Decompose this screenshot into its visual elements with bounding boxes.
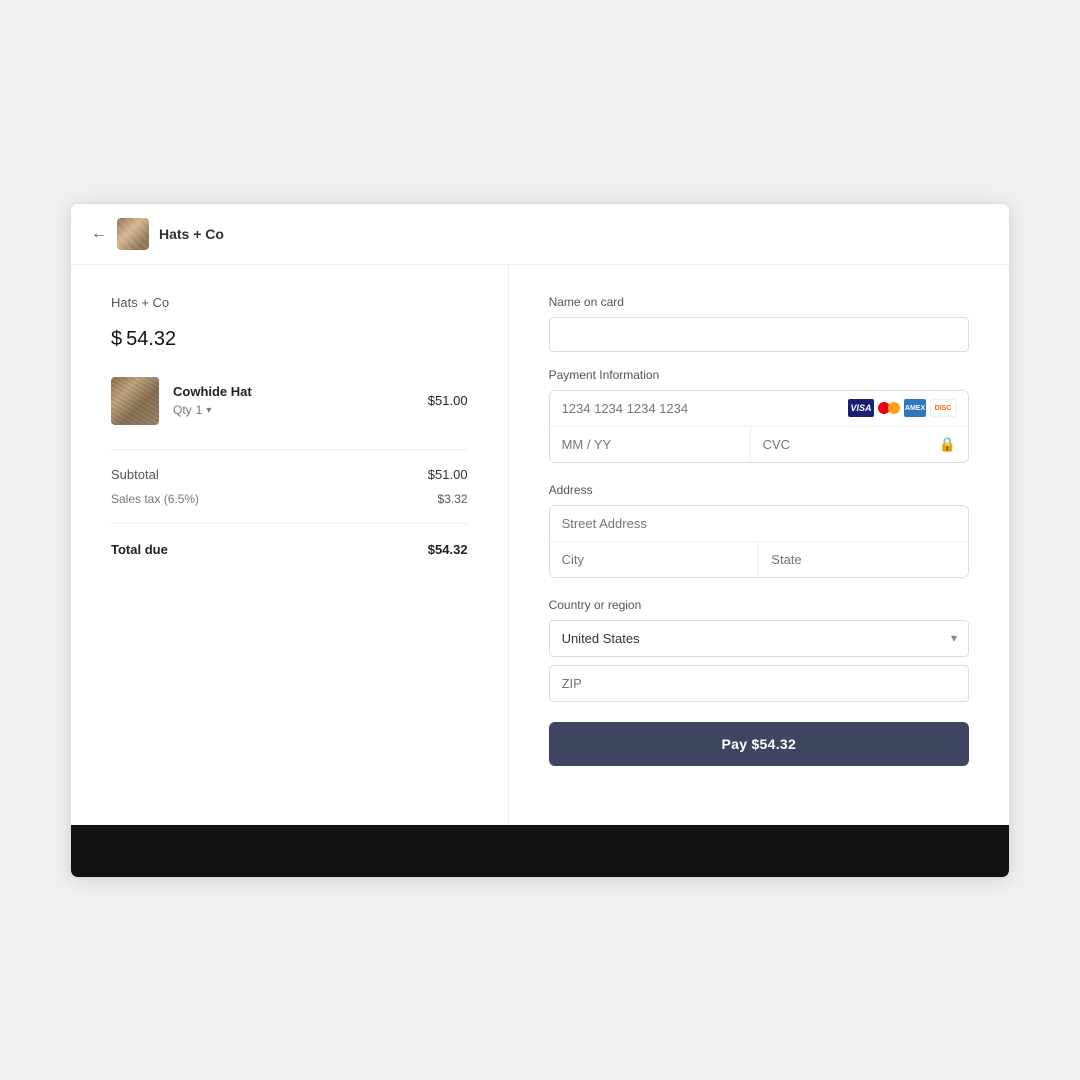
card-icons: VISA AMEX DISC bbox=[848, 399, 956, 417]
currency-symbol: $ bbox=[111, 328, 122, 350]
discover-icon: DISC bbox=[930, 399, 956, 417]
state-input[interactable] bbox=[759, 542, 968, 577]
address-box bbox=[549, 505, 969, 578]
qty-value: 1 bbox=[196, 403, 203, 417]
country-label: Country or region bbox=[549, 598, 969, 612]
name-section: Name on card bbox=[549, 295, 969, 352]
total-due-value: $54.32 bbox=[428, 542, 468, 557]
amex-icon: AMEX bbox=[904, 399, 926, 417]
payment-form: Name on card Payment Information VISA AM… bbox=[509, 265, 1009, 825]
divider-1 bbox=[111, 449, 468, 450]
country-select-wrapper: United States ▾ bbox=[549, 620, 969, 657]
total-due-label: Total due bbox=[111, 542, 168, 557]
cvc-input[interactable] bbox=[763, 437, 939, 452]
product-info: Cowhide Hat Qty 1 ▾ bbox=[173, 384, 414, 417]
tax-label: Sales tax (6.5%) bbox=[111, 492, 199, 506]
card-number-input[interactable] bbox=[562, 391, 848, 426]
header: ← Hats + Co bbox=[71, 204, 1009, 265]
product-price: $51.00 bbox=[428, 393, 468, 408]
store-name: Hats + Co bbox=[111, 295, 468, 310]
footer-bar bbox=[71, 825, 1009, 877]
total-value: 54.32 bbox=[126, 328, 176, 350]
payment-label: Payment Information bbox=[549, 368, 969, 382]
qty-chevron-icon: ▾ bbox=[206, 405, 211, 416]
zip-input[interactable] bbox=[549, 665, 969, 702]
card-bottom-row: 🔒 bbox=[550, 427, 968, 462]
subtotal-row: Subtotal $51.00 bbox=[111, 462, 468, 487]
cvc-row: 🔒 bbox=[751, 427, 968, 462]
city-state-row bbox=[550, 542, 968, 577]
street-address-input[interactable] bbox=[550, 506, 968, 542]
brand-logo bbox=[117, 218, 149, 250]
country-select[interactable]: United States bbox=[549, 620, 969, 657]
city-input[interactable] bbox=[550, 542, 760, 577]
mastercard-icon bbox=[878, 399, 900, 417]
visa-icon: VISA bbox=[848, 399, 874, 417]
brand-name: Hats + Co bbox=[159, 226, 224, 242]
product-name: Cowhide Hat bbox=[173, 384, 414, 399]
product-row: Cowhide Hat Qty 1 ▾ $51.00 bbox=[111, 377, 468, 425]
payment-box: VISA AMEX DISC 🔒 bbox=[549, 390, 969, 463]
total-due-row: Total due $54.32 bbox=[111, 536, 468, 563]
subtotal-value: $51.00 bbox=[428, 467, 468, 482]
product-thumbnail bbox=[111, 377, 159, 425]
expiry-input[interactable] bbox=[550, 427, 751, 462]
tax-value: $3.32 bbox=[438, 492, 468, 506]
divider-2 bbox=[111, 523, 468, 524]
content: Hats + Co $54.32 Cowhide Hat Qty 1 ▾ bbox=[71, 265, 1009, 825]
name-on-card-input[interactable] bbox=[549, 317, 969, 352]
name-label: Name on card bbox=[549, 295, 969, 309]
back-button[interactable]: ← bbox=[91, 225, 107, 243]
pay-button[interactable]: Pay $54.32 bbox=[549, 722, 969, 766]
cvc-card-icon: 🔒 bbox=[939, 436, 956, 453]
order-summary: Hats + Co $54.32 Cowhide Hat Qty 1 ▾ bbox=[71, 265, 509, 825]
total-display: $54.32 bbox=[111, 316, 468, 353]
tax-row: Sales tax (6.5%) $3.32 bbox=[111, 487, 468, 511]
address-section: Address bbox=[549, 483, 969, 578]
payment-section: Payment Information VISA AMEX DISC bbox=[549, 368, 969, 463]
quantity-selector[interactable]: Qty 1 ▾ bbox=[173, 403, 414, 417]
card-number-row: VISA AMEX DISC bbox=[550, 391, 968, 427]
subtotal-label: Subtotal bbox=[111, 467, 159, 482]
address-label: Address bbox=[549, 483, 969, 497]
qty-label: Qty bbox=[173, 403, 192, 417]
